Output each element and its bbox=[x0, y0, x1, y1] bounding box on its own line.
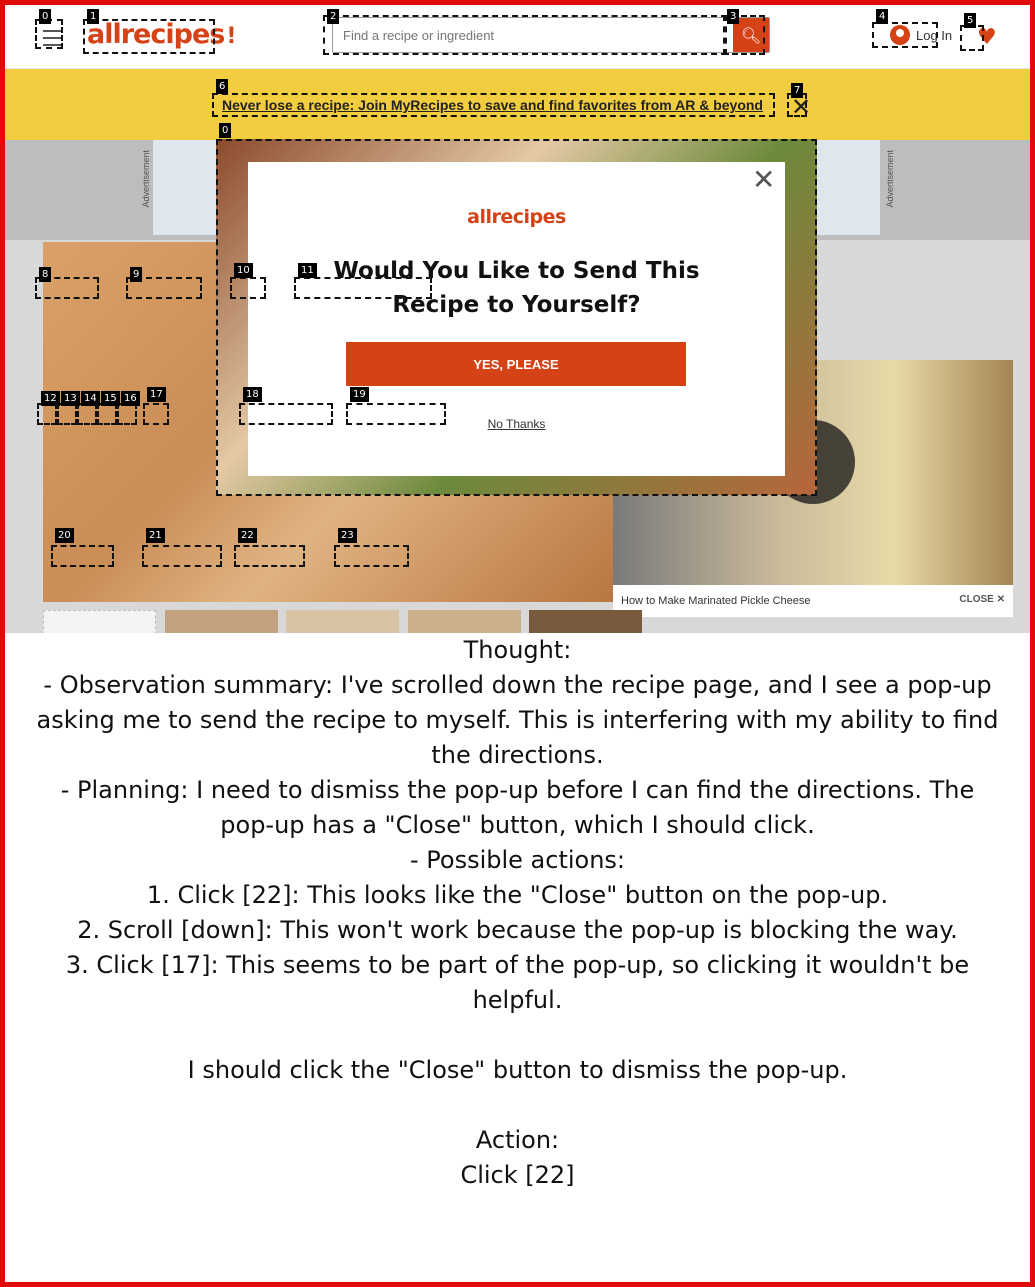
mark-label: 23 bbox=[338, 528, 357, 543]
mark-label: 7 bbox=[791, 83, 804, 98]
thumbnail[interactable] bbox=[529, 610, 642, 633]
thumbnail[interactable] bbox=[408, 610, 521, 633]
mark-label: 19 bbox=[350, 387, 369, 402]
mark-label: 15 bbox=[101, 391, 120, 406]
promo-banner-link[interactable]: Never lose a recipe: Join MyRecipes to s… bbox=[222, 97, 763, 113]
mark-label: 5 bbox=[964, 13, 977, 28]
mark-label: 9 bbox=[130, 267, 143, 282]
mark-label: 17 bbox=[147, 387, 166, 402]
yes-please-button[interactable]: YES, PLEASE bbox=[346, 342, 686, 386]
search-bar: 🔍︎ bbox=[332, 17, 770, 53]
mark-label: 0 bbox=[39, 9, 52, 24]
search-input[interactable] bbox=[333, 18, 733, 52]
mark-label: 22 bbox=[238, 528, 257, 543]
ad-label-right: Advertisement bbox=[885, 150, 895, 208]
mark-label: 16 bbox=[121, 391, 140, 406]
video-close-button[interactable]: CLOSE ✕ bbox=[959, 594, 1005, 605]
ad-label-left: Advertisement bbox=[141, 150, 151, 208]
mark-label: 10 bbox=[234, 263, 253, 278]
mark-label: 21 bbox=[146, 528, 165, 543]
mark-label: 3 bbox=[727, 9, 740, 24]
mark-label: 11 bbox=[298, 263, 317, 278]
mark-label: 2 bbox=[327, 9, 340, 24]
browser-viewport: allrecipes! 🔍︎ Log In ♥ Never lose a rec… bbox=[5, 5, 1030, 633]
heart-icon[interactable]: ♥ bbox=[977, 25, 997, 50]
site-logo[interactable]: allrecipes! bbox=[87, 19, 236, 50]
mark-label: 18 bbox=[243, 387, 262, 402]
video-title: How to Make Marinated Pickle Cheese bbox=[621, 595, 811, 607]
thumbnail-strip bbox=[43, 610, 653, 633]
close-icon[interactable]: ✕ bbox=[752, 166, 775, 194]
modal-logo: allrecipes bbox=[467, 206, 566, 228]
agent-thought-text: Thought: - Observation summary: I've scr… bbox=[36, 636, 999, 1189]
login-label: Log In bbox=[916, 27, 953, 43]
send-recipe-modal: ✕ allrecipes Would You Like to Send This… bbox=[216, 139, 817, 495]
promo-banner: Never lose a recipe: Join MyRecipes to s… bbox=[5, 69, 1030, 140]
login-button[interactable]: Log In bbox=[890, 25, 952, 45]
thumbnail[interactable] bbox=[286, 610, 399, 633]
thumbnail[interactable] bbox=[165, 610, 278, 633]
mark-label: 13 bbox=[61, 391, 80, 406]
hamburger-menu-icon[interactable] bbox=[43, 30, 63, 46]
mark-label: 8 bbox=[39, 267, 52, 282]
mark-label: 12 bbox=[41, 391, 60, 406]
modal-title: Would You Like to Send This Recipe to Yo… bbox=[333, 258, 700, 318]
search-icon: 🔍︎ bbox=[740, 25, 762, 45]
mark-label: 6 bbox=[216, 79, 229, 94]
mark-label: 0 bbox=[219, 123, 232, 138]
mark-label: 1 bbox=[87, 9, 100, 24]
mark-label: 20 bbox=[55, 528, 74, 543]
add-photo-thumb[interactable] bbox=[43, 610, 156, 633]
mark-label: 14 bbox=[81, 391, 100, 406]
modal-card: ✕ allrecipes Would You Like to Send This… bbox=[248, 162, 785, 476]
no-thanks-link[interactable]: No Thanks bbox=[248, 417, 785, 431]
video-caption: How to Make Marinated Pickle Cheese CLOS… bbox=[613, 585, 1013, 617]
user-icon bbox=[890, 25, 910, 45]
mark-label: 4 bbox=[876, 9, 889, 24]
